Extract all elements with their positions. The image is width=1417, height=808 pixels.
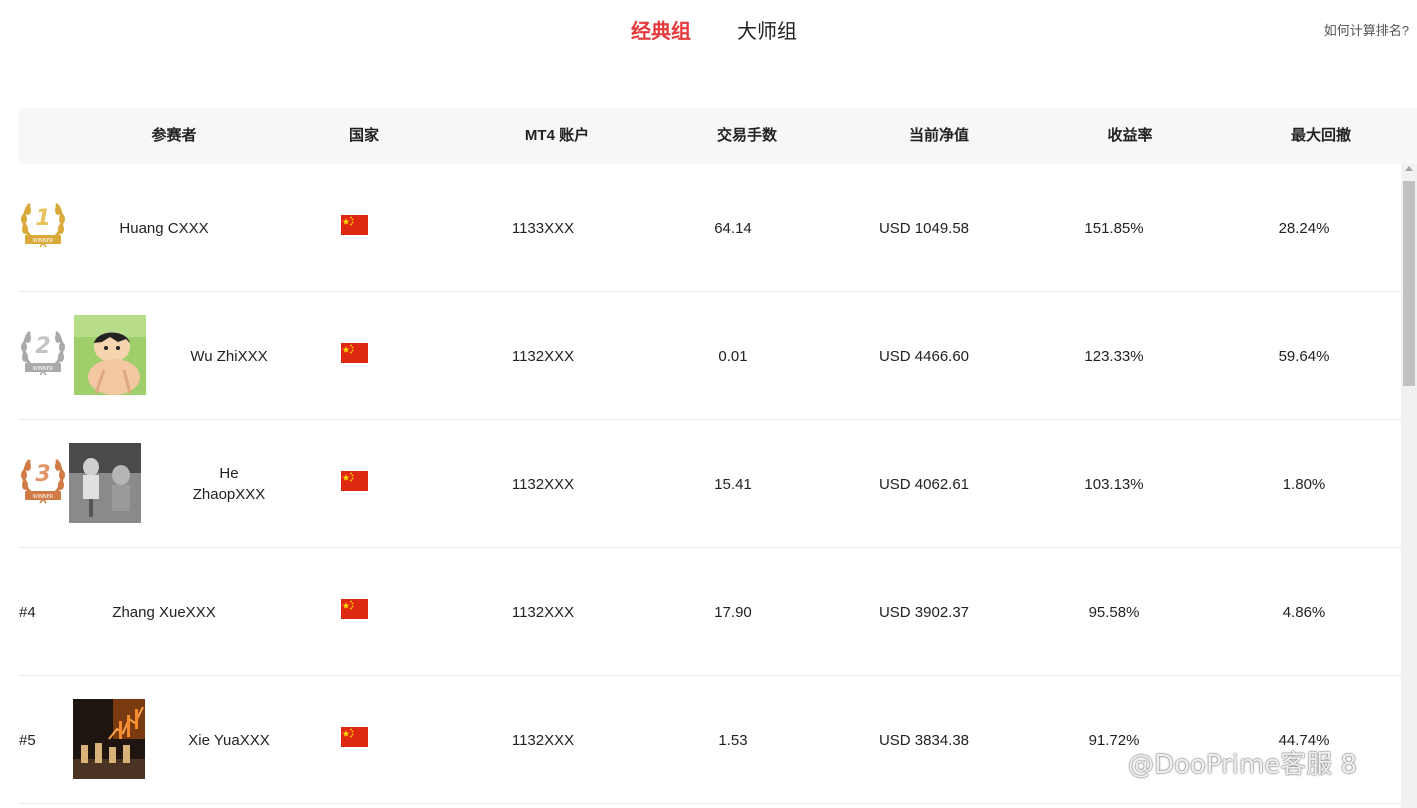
svg-text:1: 1: [35, 206, 50, 231]
participant-name: Zhang XueXXX: [112, 603, 216, 621]
column-header-country: 国家: [348, 127, 379, 144]
column-header-equity: 当前净值: [908, 127, 969, 144]
rank-number: #5: [19, 731, 36, 749]
column-header-drawdown: 最大回撤: [1290, 127, 1351, 144]
return-cell: 103.13%: [1084, 475, 1144, 493]
column-header-participant: 参赛者: [151, 127, 197, 144]
participant-name: Xie YuaXXX: [188, 731, 270, 749]
table-row[interactable]: 2 WINNER Wu ZhiXXX 1132XXX 0.01 USD 4466…: [19, 292, 1401, 420]
return-cell: 91.72%: [1088, 731, 1140, 749]
table-row[interactable]: #4 Zhang XueXXX 1132XXX 17.90 USD 3902.3…: [19, 548, 1401, 676]
column-header-mt4-account: MT4 账户: [524, 127, 590, 144]
svg-text:2: 2: [35, 334, 50, 359]
participant-name-line: He: [219, 465, 239, 482]
bronze-medal-icon: 3 WINNER: [21, 459, 65, 504]
equity-cell: USD 3902.37: [878, 603, 970, 621]
drawdown-cell: 4.86%: [1282, 603, 1326, 621]
svg-text:3: 3: [35, 462, 50, 487]
scroll-up-arrow-icon[interactable]: [1405, 166, 1413, 171]
drawdown-cell: 44.74%: [1278, 731, 1330, 749]
china-flag-icon: [341, 215, 368, 235]
mt4-account-cell: 1132XXX: [511, 731, 575, 749]
avatar: [73, 699, 145, 779]
avatar: [74, 315, 146, 395]
return-cell: 123.33%: [1084, 347, 1144, 365]
participant-name-line: ZhaopXXX: [192, 486, 266, 503]
lots-cell: 15.41: [714, 475, 752, 493]
lots-cell: 64.14: [714, 219, 752, 237]
column-header-lots: 交易手数: [716, 127, 777, 144]
mt4-account-cell: 1132XXX: [511, 475, 575, 493]
china-flag-icon: [341, 471, 368, 491]
lots-cell: 0.01: [718, 347, 748, 365]
column-header-return: 收益率: [1107, 127, 1153, 144]
rank-number: #4: [19, 603, 36, 621]
equity-cell: USD 1049.58: [878, 219, 970, 237]
mt4-account-cell: 1132XXX: [511, 603, 575, 621]
lots-cell: 1.53: [718, 731, 748, 749]
equity-cell: USD 4062.61: [878, 475, 970, 493]
return-cell: 151.85%: [1084, 219, 1144, 237]
china-flag-icon: [341, 599, 368, 619]
participant-name: Huang CXXX: [119, 219, 209, 237]
table-row[interactable]: #5 Xie YuaXXX 1132XXX 1.53 USD 3834.38 9…: [19, 676, 1401, 804]
return-cell: 95.58%: [1088, 603, 1140, 621]
watermark: @DooPrime客服 8: [1128, 750, 1358, 780]
scrollbar-thumb[interactable]: [1403, 181, 1415, 386]
mt4-account-cell: 1132XXX: [511, 347, 575, 365]
participant-name: Wu ZhiXXX: [190, 347, 268, 365]
gold-medal-icon: 1 WINNER: [21, 203, 65, 248]
drawdown-cell: 59.64%: [1278, 347, 1330, 365]
drawdown-cell: 28.24%: [1278, 219, 1330, 237]
tab-master-group[interactable]: 大师组: [737, 18, 797, 46]
table-row[interactable]: 1 WINNER Huang CXXX 1133XXX 64.14 USD 10…: [19, 164, 1401, 292]
table-header: 参赛者 国家 MT4 账户 交易手数 当前净值 收益率 最大回撤: [19, 108, 1417, 164]
vertical-scrollbar[interactable]: [1401, 164, 1417, 808]
china-flag-icon: [341, 727, 368, 747]
participant-name: He ZhaopXXX: [164, 420, 294, 548]
group-tabs: 经典组 大师组: [0, 18, 1417, 48]
table-row[interactable]: 3 WINNER He ZhaopXXX 1132XXX 15.41 USD 4…: [19, 420, 1401, 548]
equity-cell: USD 4466.60: [878, 347, 970, 365]
lots-cell: 17.90: [714, 603, 752, 621]
avatar: [69, 443, 141, 523]
equity-cell: USD 3834.38: [878, 731, 970, 749]
tab-classic-group[interactable]: 经典组: [631, 18, 691, 46]
drawdown-cell: 1.80%: [1282, 475, 1326, 493]
ranking-help-link[interactable]: 如何计算排名?: [1324, 20, 1409, 39]
ranking-table-body: 1 WINNER Huang CXXX 1133XXX 64.14 USD 10…: [19, 164, 1401, 808]
mt4-account-cell: 1133XXX: [511, 219, 575, 237]
china-flag-icon: [341, 343, 368, 363]
silver-medal-icon: 2 WINNER: [21, 331, 65, 376]
